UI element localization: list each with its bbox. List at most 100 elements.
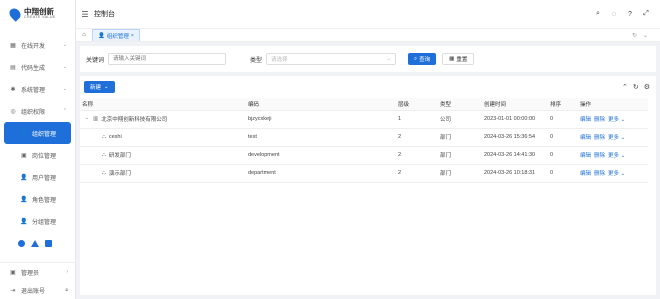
cell-name: − ▥ 北京中翔创新科技有限公司 bbox=[80, 110, 246, 129]
refresh-icon[interactable]: ↻ bbox=[632, 32, 637, 39]
top-header: ☰ 控制台 ⌕ ◌ ? ⤢ bbox=[76, 0, 660, 28]
cell-sort: 0 bbox=[548, 110, 578, 129]
document-icon[interactable] bbox=[45, 239, 52, 247]
table-row[interactable]: ⛬ ceshi test 2 部门 2024-03-26 15:36:54 0 … bbox=[80, 128, 648, 147]
col-name[interactable]: 名称 bbox=[80, 98, 246, 111]
table-row[interactable]: ⛬ 演示部门 department 2 部门 2024-03-26 10:18:… bbox=[80, 164, 648, 183]
search-icon[interactable]: ⌕ bbox=[594, 10, 602, 18]
tab-org-manage[interactable]: 👤 组织管理 × bbox=[92, 29, 140, 41]
post-icon: ▣ bbox=[21, 152, 27, 159]
user-icon: 👤 bbox=[20, 174, 28, 181]
table-panel: 新建 ⌄ ⌃ ↻ ⚙ 名称 编码 层级 类型 创建时间 排序 操作 − ▥ 北京… bbox=[80, 76, 656, 295]
department-icon: ⛬ bbox=[102, 169, 106, 176]
chevron-down-icon: ⌄ bbox=[620, 117, 626, 123]
more-link[interactable]: 更多 ⌄ bbox=[608, 151, 625, 159]
cell-name: ⛬ 研发部门 bbox=[80, 146, 246, 165]
admin-icon: ▣ bbox=[10, 269, 16, 276]
chevron-down-icon: ⌄ bbox=[620, 171, 626, 177]
chevron-down-icon: ⌄ bbox=[620, 153, 626, 159]
edit-link[interactable]: 编辑 bbox=[580, 133, 591, 141]
dev-icon: ▦ bbox=[10, 42, 16, 49]
users-icon: 👤 bbox=[20, 130, 28, 137]
more-link[interactable]: 更多 ⌄ bbox=[608, 169, 625, 177]
chevron-down-icon: ⌄ bbox=[386, 56, 392, 62]
delete-link[interactable]: 删除 bbox=[594, 115, 605, 123]
col-sort[interactable]: 排序 bbox=[548, 98, 578, 111]
edit-link[interactable]: 编辑 bbox=[580, 115, 591, 123]
cell-ops: 编辑 删除 更多 ⌄ bbox=[578, 164, 648, 183]
more-link[interactable]: 更多 ⌄ bbox=[608, 115, 625, 123]
edit-link[interactable]: 编辑 bbox=[580, 169, 591, 177]
col-code[interactable]: 编码 bbox=[246, 98, 396, 111]
cell-sort: 0 bbox=[548, 164, 578, 183]
table-row[interactable]: − ▥ 北京中翔创新科技有限公司 bjzycxkeji 1 公司 2023-01… bbox=[80, 110, 648, 129]
edit-link[interactable]: 编辑 bbox=[580, 151, 591, 159]
more-link[interactable]: 更多 ⌄ bbox=[608, 133, 625, 141]
table-toolbar: 新建 ⌄ ⌃ ↻ ⚙ bbox=[80, 76, 656, 98]
cell-ops: 编辑 删除 更多 ⌄ bbox=[578, 146, 648, 165]
sidebar-item-org[interactable]: ◎ 组织权限 ⌃ bbox=[0, 100, 75, 122]
cell-code: department bbox=[246, 164, 396, 183]
col-created[interactable]: 创建时间 bbox=[482, 98, 548, 111]
code-icon: ▤ bbox=[10, 64, 16, 71]
help-icon[interactable]: ? bbox=[626, 11, 634, 18]
new-button[interactable]: 新建 ⌄ bbox=[84, 81, 115, 93]
chevron-down-icon: ⌄ bbox=[104, 84, 109, 90]
sidebar-item-admin[interactable]: ▣ 管理员 › bbox=[0, 263, 76, 281]
sidebar-item-user-manage[interactable]: 👤 用户管理 bbox=[0, 166, 75, 188]
reset-icon: ▦ bbox=[449, 56, 455, 62]
close-icon[interactable]: × bbox=[131, 33, 134, 39]
menu-toggle-icon[interactable]: ☰ bbox=[78, 10, 92, 19]
collapse-icon[interactable]: ⌃ bbox=[622, 83, 628, 91]
chevron-up-icon: ⌃ bbox=[62, 108, 67, 114]
group-icon: 👤 bbox=[20, 218, 28, 225]
sidebar-item-org-manage[interactable]: 👤 组织管理 bbox=[4, 122, 71, 144]
system-icon: ✱ bbox=[10, 86, 16, 93]
keyword-input[interactable] bbox=[108, 53, 227, 65]
sidebar-item-code-gen[interactable]: ▤ 代码生成 ⌄ bbox=[0, 56, 75, 78]
col-ops: 操作 bbox=[578, 98, 648, 111]
cell-ops: 编辑 删除 更多 ⌄ bbox=[578, 110, 648, 129]
sidebar-item-post-manage[interactable]: ▣ 岗位管理 bbox=[0, 144, 75, 166]
table-row[interactable]: ⛬ 研发部门 development 2 部门 2024-03-26 14:41… bbox=[80, 146, 648, 165]
company-icon: ▥ bbox=[93, 116, 99, 122]
search-button[interactable]: ⌕ 查询 bbox=[408, 53, 437, 65]
delete-link[interactable]: 删除 bbox=[594, 169, 605, 177]
collapse-toggle-icon[interactable]: − bbox=[84, 116, 90, 122]
department-icon: ⛬ bbox=[102, 151, 106, 158]
type-select[interactable]: 请选择 ⌄ bbox=[266, 53, 397, 65]
brand-name-cn: 中翔创新 bbox=[24, 6, 54, 16]
cell-type: 部门 bbox=[438, 164, 482, 183]
org-icon: ◎ bbox=[10, 108, 16, 115]
delete-link[interactable]: 删除 bbox=[594, 151, 605, 159]
search-icon: ⌕ bbox=[414, 55, 418, 62]
home-icon[interactable]: ⌂ bbox=[76, 32, 92, 38]
reset-button[interactable]: ▦ 重置 bbox=[442, 53, 475, 65]
cell-sort: 0 bbox=[548, 146, 578, 165]
sidebar-item-online-dev[interactable]: ▦ 在线开发 ⌄ bbox=[0, 34, 75, 56]
tab-bar: ⌂ 👤 组织管理 × ↻ ⌄ bbox=[76, 28, 660, 42]
sidebar-item-role-manage[interactable]: 👤 角色管理 bbox=[0, 188, 75, 210]
settings-icon[interactable]: ⚙ bbox=[644, 83, 650, 91]
type-label: 类型 bbox=[250, 57, 263, 64]
chevron-down-icon[interactable]: ⌄ bbox=[643, 32, 648, 39]
cell-level: 2 bbox=[396, 128, 438, 147]
chevron-down-icon: ⌄ bbox=[62, 42, 67, 48]
sidebar-item-system[interactable]: ✱ 系统管理 ⌄ bbox=[0, 78, 75, 100]
delete-link[interactable]: 删除 bbox=[594, 133, 605, 141]
sidebar-item-group-manage[interactable]: 👤 分组管理 bbox=[0, 210, 75, 232]
col-level[interactable]: 层级 bbox=[396, 98, 438, 111]
col-type[interactable]: 类型 bbox=[438, 98, 482, 111]
refresh-icon[interactable]: ↻ bbox=[633, 83, 639, 91]
keyword-label: 关键词 bbox=[86, 57, 105, 64]
sidebar-item-logout[interactable]: ⇥ 退出账号 🔒︎ bbox=[0, 281, 76, 299]
users-icon: 👤 bbox=[98, 32, 105, 39]
chevron-down-icon: ⌄ bbox=[620, 135, 626, 141]
chart-icon[interactable] bbox=[18, 239, 25, 247]
message-icon[interactable]: ◌ bbox=[610, 11, 618, 18]
cell-code: development bbox=[246, 146, 396, 165]
fullscreen-icon[interactable]: ⤢ bbox=[642, 10, 650, 18]
cell-code: bjzycxkeji bbox=[246, 110, 396, 129]
table-header-row: 名称 编码 层级 类型 创建时间 排序 操作 bbox=[80, 98, 648, 111]
triangle-icon[interactable] bbox=[31, 239, 39, 247]
